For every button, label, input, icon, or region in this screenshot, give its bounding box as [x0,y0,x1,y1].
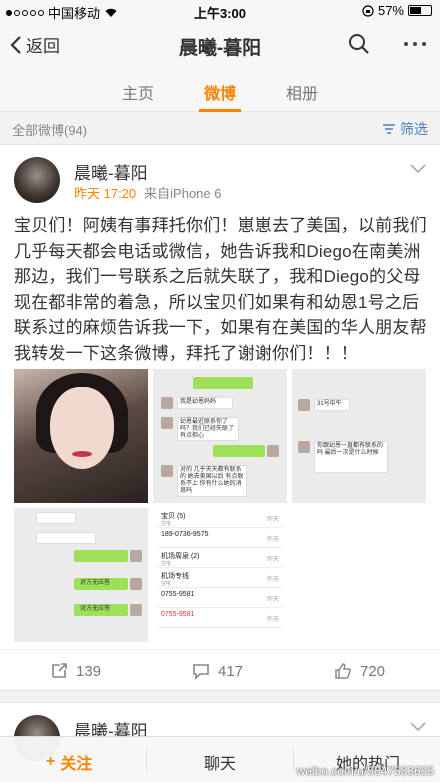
chat2-msg1: 31号中午 [317,401,342,407]
repost-icon [52,663,67,678]
search-icon [349,34,369,54]
call-name: 0755-9581 [161,591,195,598]
chat1-msg1: 我是幼恩妈妈 [180,399,217,405]
post-image-chat-3[interactable]: 对方无应答 对方无应答 [14,508,148,642]
chat1-msg2: 幼恩最近联系你了吗？我们已经失联了 有点担心 [180,419,235,439]
follow-label: 关注 [60,756,93,773]
post-time: 昨天 17:20 [74,186,137,201]
chat-label: 聊天 [204,756,237,773]
call-date: 昨天 [266,617,279,623]
rotation-lock-icon [362,4,374,17]
battery-icon [408,5,432,16]
profile-tabs: 主页 微博 相册 [0,68,440,112]
avatar[interactable] [14,157,60,203]
post-image-chat-1[interactable]: 我是幼恩妈妈 幼恩最近联系你了吗？我们已经失联了 有点担心 对的 几乎天天都有联… [153,369,287,503]
post-count: 全部微博(94) [12,123,88,138]
call-date: 昨天 [266,597,279,603]
tab-home[interactable]: 主页 [122,80,154,104]
tab-album[interactable]: 相册 [286,80,318,104]
chat3-msg2: 对方无应答 [80,606,111,612]
divider [146,749,147,771]
bottom-toolbar: + 关注 聊天 她的热门 weibo.com/u/5647583655 [0,736,440,782]
search-button[interactable] [348,33,370,60]
post-author[interactable]: 晨曦-暮阳 [74,159,148,184]
more-button[interactable] [404,42,426,46]
comment-icon [193,664,209,680]
like-button[interactable]: 720 [334,662,385,680]
call-date: 昨天 [266,517,279,523]
count-bar: 全部微博(94) 筛选 [0,113,440,143]
chevron-down-icon [410,164,426,174]
thumbs-up-icon [335,663,351,679]
post-meta: 昨天 17:20 来自iPhone 6 [74,183,221,202]
filter-icon [383,124,395,134]
battery-percent: 57% [377,3,404,18]
page-title: 晨曦-暮阳 [178,38,262,59]
chat1-msg3: 对的 几乎天天都有联系的 她去美国以后 有点联系不上 你有什么她的消息吗 [180,467,244,494]
repost-count: 139 [76,662,102,680]
nav-bar: 返回 晨曦-暮阳 [0,22,440,68]
comment-count: 417 [218,662,244,680]
call-date: 昨天 [266,577,279,583]
call-date: 昨天 [266,557,279,563]
active-tab-indicator [199,109,241,112]
post-text: 宝贝们！阿姨有事拜托你们！崽崽去了美国，以前我们几乎每天都会电话或微信，她告诉我… [14,216,427,363]
call-sub: 住宅 [161,581,172,587]
weibo-post: 晨曦-暮阳 昨天 17:20 来自iPhone 6 宝贝们！阿姨有事拜托你们！崽… [0,144,440,691]
call-sub: 住宅 [161,521,172,527]
post-image-portrait[interactable] [14,369,148,503]
post-image-call-log[interactable]: 宝贝 (5) 住宅 昨天 189-0736-9575 昨天 机场周泉 (2) 住宅 昨天 … [153,508,287,642]
call-sub: 住宅 [161,561,172,567]
filter-label: 筛选 [400,121,428,137]
tab-weibo[interactable]: 微博 [204,80,236,104]
call-name: 0755-9581 [161,611,195,618]
comment-button[interactable]: 417 [192,662,243,680]
call-date: 昨天 [266,537,279,543]
status-bar: 中国移动 上午3:00 57% [0,0,440,22]
post-menu-button[interactable] [410,719,426,737]
battery-area: 57% [362,3,432,18]
like-count: 720 [360,662,386,680]
filter-button[interactable]: 筛选 [382,119,428,139]
post-image-chat-2[interactable]: 31号中午 你跟幼恩一直都有联系的吗 最后一次是什么时候 [292,369,426,503]
call-name: 189-0736-9575 [161,531,209,538]
plus-icon: + [46,753,56,770]
post-source: 来自iPhone 6 [144,186,222,201]
post-menu-button[interactable] [410,161,426,179]
post-actions: 139 417 720 [0,649,440,692]
repost-button[interactable]: 139 [50,662,101,680]
watermark: weibo.com/u/5647583655 [296,764,434,778]
divider [293,749,294,771]
follow-button[interactable]: + 关注 [46,750,92,774]
chat2-msg2: 你跟幼恩一直都有联系的吗 最后一次是什么时候 [317,443,384,456]
chevron-down-icon [410,722,426,732]
chat-button[interactable]: 聊天 [204,750,236,774]
chat3-msg1: 对方无应答 [80,580,111,586]
